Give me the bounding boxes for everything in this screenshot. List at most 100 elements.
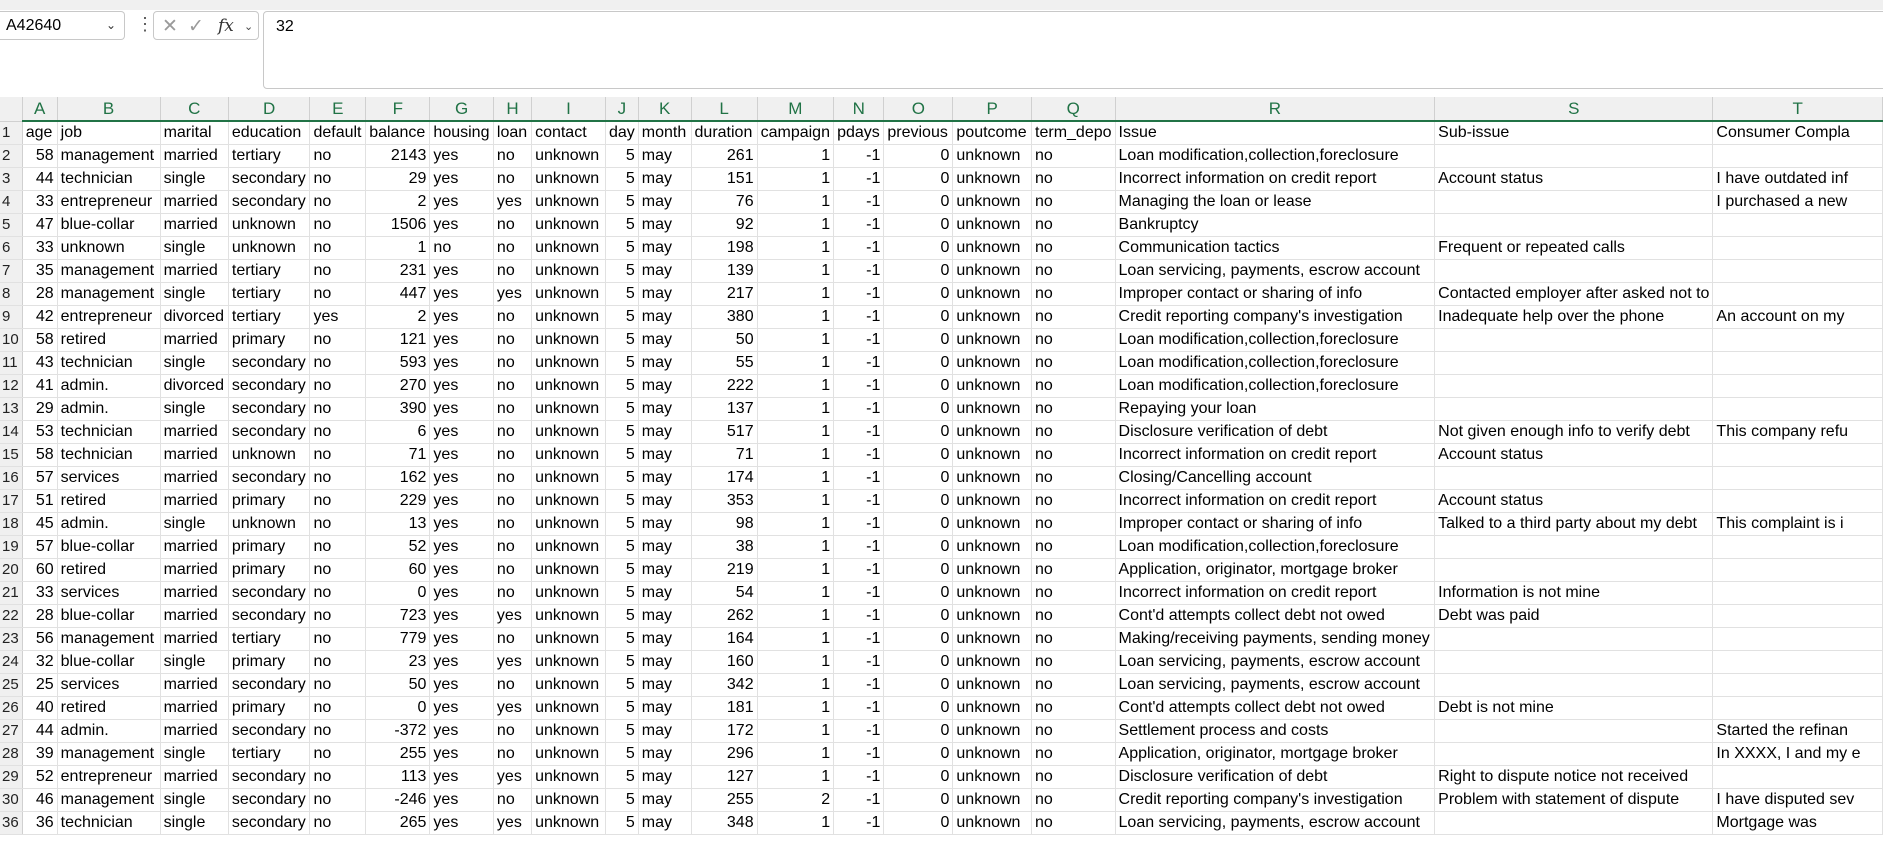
- cell[interactable]: unknown: [952, 420, 1033, 444]
- cell[interactable]: Loan servicing, payments, escrow account: [1115, 259, 1436, 283]
- cell[interactable]: no: [493, 144, 533, 168]
- cell[interactable]: unknown: [952, 811, 1033, 835]
- cell[interactable]: unknown: [531, 259, 606, 283]
- cell[interactable]: 5: [605, 282, 639, 306]
- cell[interactable]: campaign: [757, 121, 835, 145]
- cell[interactable]: 5: [605, 535, 639, 559]
- cell[interactable]: no: [1031, 811, 1116, 835]
- cell[interactable]: unknown: [952, 397, 1033, 421]
- cell[interactable]: single: [160, 742, 229, 766]
- column-header[interactable]: M: [757, 97, 835, 122]
- cell[interactable]: no: [309, 788, 367, 812]
- cell[interactable]: Application, originator, mortgage broker: [1115, 558, 1436, 582]
- cell[interactable]: 50: [691, 328, 758, 352]
- cell[interactable]: yes: [429, 811, 494, 835]
- cell[interactable]: unknown: [57, 236, 161, 260]
- cell[interactable]: unknown: [952, 742, 1033, 766]
- row-header[interactable]: 5: [0, 213, 23, 237]
- cell[interactable]: [1434, 627, 1714, 651]
- cell[interactable]: -1: [833, 259, 885, 283]
- row-header[interactable]: 1: [0, 121, 23, 145]
- row-header[interactable]: 19: [0, 535, 23, 559]
- cell[interactable]: may: [638, 328, 692, 352]
- cell[interactable]: 23: [365, 650, 431, 674]
- cell[interactable]: Loan modification,collection,foreclosure: [1115, 144, 1436, 168]
- cell[interactable]: no: [1031, 236, 1116, 260]
- cell[interactable]: no: [1031, 213, 1116, 237]
- cell[interactable]: [1712, 466, 1883, 490]
- row-header[interactable]: 28: [0, 742, 23, 766]
- cell[interactable]: yes: [429, 742, 494, 766]
- cell[interactable]: married: [160, 765, 229, 789]
- cell[interactable]: primary: [228, 489, 311, 513]
- cell[interactable]: yes: [429, 650, 494, 674]
- cell[interactable]: -1: [833, 190, 885, 214]
- cell[interactable]: yes: [429, 374, 494, 398]
- cell[interactable]: no: [309, 213, 367, 237]
- cell[interactable]: term_depo: [1031, 121, 1116, 145]
- cell[interactable]: job: [57, 121, 161, 145]
- cell[interactable]: married: [160, 673, 229, 697]
- cell[interactable]: housing: [429, 121, 494, 145]
- cell[interactable]: 42: [22, 305, 58, 329]
- row-header[interactable]: 25: [0, 673, 23, 697]
- cell[interactable]: no: [309, 673, 367, 697]
- cell[interactable]: education: [228, 121, 311, 145]
- cell[interactable]: loan: [493, 121, 533, 145]
- cell[interactable]: 76: [691, 190, 758, 214]
- cell[interactable]: unknown: [952, 282, 1033, 306]
- cell[interactable]: 58: [22, 443, 58, 467]
- cell[interactable]: unknown: [531, 742, 606, 766]
- cell[interactable]: management: [57, 627, 161, 651]
- cell[interactable]: Closing/Cancelling account: [1115, 466, 1436, 490]
- cell[interactable]: -1: [833, 788, 885, 812]
- cell[interactable]: 5: [605, 719, 639, 743]
- cell[interactable]: 0: [883, 535, 954, 559]
- cell[interactable]: unknown: [531, 144, 606, 168]
- cell[interactable]: Account status: [1434, 489, 1714, 513]
- cell[interactable]: Bankruptcy: [1115, 213, 1436, 237]
- cell[interactable]: secondary: [228, 673, 311, 697]
- cell[interactable]: 262: [691, 604, 758, 628]
- cell[interactable]: yes: [493, 765, 533, 789]
- cell[interactable]: [1712, 765, 1883, 789]
- cell[interactable]: 1: [757, 259, 835, 283]
- cell[interactable]: secondary: [228, 719, 311, 743]
- cell[interactable]: Inadequate help over the phone: [1434, 305, 1714, 329]
- cell[interactable]: single: [160, 512, 229, 536]
- cell[interactable]: [1712, 259, 1883, 283]
- cell[interactable]: 33: [22, 190, 58, 214]
- cell[interactable]: 1: [757, 443, 835, 467]
- cell[interactable]: yes: [429, 558, 494, 582]
- cell[interactable]: unknown: [952, 167, 1033, 191]
- cell[interactable]: yes: [429, 328, 494, 352]
- cell[interactable]: married: [160, 466, 229, 490]
- cell[interactable]: unknown: [952, 328, 1033, 352]
- cell[interactable]: unknown: [531, 190, 606, 214]
- cell[interactable]: no: [1031, 719, 1116, 743]
- cell[interactable]: primary: [228, 650, 311, 674]
- cell[interactable]: -1: [833, 397, 885, 421]
- cell[interactable]: divorced: [160, 374, 229, 398]
- cell[interactable]: retired: [57, 489, 161, 513]
- cell[interactable]: yes: [429, 535, 494, 559]
- column-header[interactable]: S: [1434, 97, 1714, 122]
- cell[interactable]: -1: [833, 696, 885, 720]
- cell[interactable]: 229: [365, 489, 431, 513]
- cell[interactable]: unknown: [531, 512, 606, 536]
- cell[interactable]: 0: [883, 581, 954, 605]
- cell[interactable]: 1: [757, 236, 835, 260]
- cell[interactable]: 0: [883, 397, 954, 421]
- cell[interactable]: yes: [429, 213, 494, 237]
- cell[interactable]: 5: [605, 788, 639, 812]
- column-header[interactable]: A: [22, 97, 58, 122]
- column-header[interactable]: N: [833, 97, 885, 122]
- cell[interactable]: no: [1031, 673, 1116, 697]
- cell[interactable]: no: [493, 788, 533, 812]
- cell[interactable]: Account status: [1434, 167, 1714, 191]
- cell[interactable]: 1: [757, 489, 835, 513]
- column-header[interactable]: B: [57, 97, 161, 122]
- cell[interactable]: no: [493, 742, 533, 766]
- cell[interactable]: no: [493, 489, 533, 513]
- cell[interactable]: previous: [883, 121, 954, 145]
